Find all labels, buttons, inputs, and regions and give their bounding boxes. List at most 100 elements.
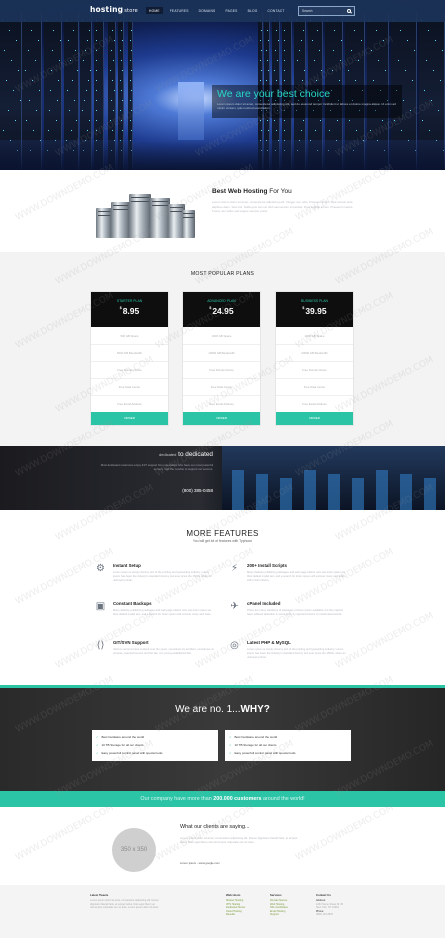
stats-banner: Our company have more than 200.000 custo… — [0, 791, 445, 807]
plan-price: $24.95 — [183, 306, 260, 316]
why-box-left: Best hardware around the world 10 TB Sto… — [92, 730, 218, 761]
plan-feature: Free Data Center — [183, 385, 260, 396]
feature-title: 200+ Install Scripts — [247, 563, 287, 568]
watermark-text: WWW.DOWNDEMO.COM — [334, 610, 436, 672]
stats-customers: 200.000 customers — [213, 796, 262, 802]
footer-link[interactable]: Reseller — [226, 913, 245, 917]
testimonial-title: What our clients are saying... — [180, 824, 250, 830]
nav-item-domains[interactable]: DOMAINS — [196, 7, 219, 14]
plan-feature: Free Domain Name — [276, 368, 353, 379]
search-icon[interactable] — [347, 9, 351, 13]
plan-feature: 2000 GB Space — [276, 334, 353, 345]
plan-feature: 20000 GB Bandwidth — [276, 351, 353, 362]
why-right-item: Best hardware around the world — [229, 735, 278, 739]
plan-price-value: 39.95 — [305, 306, 327, 316]
footer-about-line: nisl tempor vulputate nec ac ante. Lorem… — [90, 906, 159, 910]
search-placeholder: Search — [302, 9, 313, 13]
why-left-item: Best hardware around the world — [96, 735, 145, 739]
plans-title: MOST POPULAR PLANS — [190, 271, 255, 277]
dedicated-title-big: to dedicated — [176, 451, 213, 458]
plan-header: STARTER PLAN $8.95 — [91, 292, 168, 327]
plan-feature: 500 GB Space — [91, 334, 168, 345]
footer-col-services: Services Domain Names Web Hosting SSL Ce… — [270, 893, 288, 917]
footer-about: Latest Tweets Lorem ipsum dolor sit amet… — [90, 893, 210, 910]
watermark-text: WWW.DOWNDEMO.COM — [14, 546, 116, 608]
dedicated-text: Most dedicated customers enjoy 24/7 supp… — [100, 463, 213, 471]
footer-hosts-title: Web Hosts — [226, 893, 241, 897]
why-title-bold: WHY? — [240, 704, 270, 715]
nav-item-contact[interactable]: CONTACT — [265, 7, 288, 14]
dedicated-phone[interactable]: (800) 385-0458 — [0, 488, 213, 493]
feature-text: There are many variations of passages of… — [247, 609, 344, 616]
plan-header: BUSINESS PLAN $39.95 — [276, 292, 353, 327]
search-input[interactable]: Search — [298, 6, 355, 16]
why-title-pre: We are no. 1... — [175, 704, 241, 715]
testimonial-text: Lorem ipsum dolor sit amet, consectetur … — [180, 836, 298, 844]
plan-price-value: 24.95 — [212, 306, 234, 316]
best-hosting-title: Best Web Hosting For You — [212, 188, 292, 195]
code-icon: ⟨⟩ — [96, 640, 105, 651]
plan-feature: Free Data Center — [276, 385, 353, 396]
datacenter-image — [222, 446, 445, 510]
feature-text: Various versions have evolved over the y… — [113, 648, 215, 655]
lightning-icon: ⚡ — [230, 563, 239, 574]
watermark-text: WWW.DOWNDEMO.COM — [154, 802, 256, 864]
footer-col-contact: Contact Us Address: 1234 Some Street Nr … — [316, 893, 343, 917]
why-box-right: Best hardware around the world 10 TB Sto… — [225, 730, 351, 761]
site-logo[interactable]: hostingstore — [90, 5, 138, 14]
plan-card: STARTER PLAN $8.95 500 GB Space 5000 GB Ban… — [90, 291, 169, 426]
feature-title: Instant Setup — [113, 563, 141, 568]
plan-card: ADVANCED PLAN $24.95 1000 GB Space 10000 GB… — [182, 291, 261, 426]
logo-sub-text: store — [124, 8, 138, 14]
watermark-text: WWW.DOWNDEMO.COM — [294, 162, 396, 224]
footer-services-title: Services — [270, 893, 282, 897]
plan-order-button[interactable]: ORDER — [276, 412, 353, 425]
nav-item-pages[interactable]: PAGES — [222, 7, 240, 14]
plan-feature: Free Domain Name — [91, 368, 168, 379]
plan-header: ADVANCED PLAN $24.95 — [183, 292, 260, 327]
plan-name: ADVANCED PLAN — [207, 299, 236, 303]
nav-item-blog[interactable]: BLOG — [245, 7, 261, 14]
why-accent-line — [0, 685, 445, 688]
testimonial-author[interactable]: Lorem ipsum - www.google.com — [180, 861, 220, 865]
watermark-text: WWW.DOWNDEMO.COM — [294, 802, 396, 864]
plan-feature: 1000 GB Space — [183, 334, 260, 345]
plan-price: $8.95 — [91, 306, 168, 316]
plan-price-value: 8.95 — [122, 306, 140, 316]
hero-text: Lorem ipsum dolor sit amet, consectetur … — [217, 102, 396, 111]
why-title: We are no. 1...WHY? — [0, 704, 445, 715]
feature-text: Lorem ipsum is simply dummy text of the … — [247, 648, 346, 659]
why-left-item: Easy powerfull control panel with specia… — [96, 751, 163, 755]
plan-feature: Free Data Center — [91, 385, 168, 396]
feature-title: Latest PHP & MySQL — [247, 640, 291, 645]
plan-order-button[interactable]: ORDER — [183, 412, 260, 425]
best-hosting-title-rest: For You — [267, 188, 292, 195]
nav-menu: HOME FEATURES DOMAINS PAGES BLOG CONTACT — [146, 7, 288, 14]
nav-item-features[interactable]: FEATURES — [167, 7, 192, 14]
features-subtitle: You will get lot of features with Typhoo… — [192, 539, 253, 543]
features-title: MORE FEATURES — [186, 529, 259, 538]
client-avatar: 350 x 350 — [112, 828, 156, 872]
plan-name: STARTER PLAN — [116, 299, 143, 303]
dedicated-section: dedicated to dedicated Most dedicated cu… — [0, 446, 445, 510]
footer-contact-line: (800) 123-4567 — [316, 913, 334, 917]
logo-main-text: hosting — [90, 5, 124, 14]
why-right-item: Easy powerfull control panel with specia… — [229, 751, 296, 755]
feature-title: Constant Backups — [113, 601, 152, 606]
hero-banner: We are your best choice Lorem ipsum dolo… — [212, 85, 402, 118]
best-hosting-title-bold: Best Web Hosting — [212, 188, 268, 195]
nav-item-home[interactable]: HOME — [146, 7, 163, 14]
top-navbar: hostingstore HOME FEATURES DOMAINS PAGES… — [0, 0, 445, 22]
plan-feature: Free Domain Name — [183, 368, 260, 379]
plan-feature: 10000 GB Bandwidth — [183, 351, 260, 362]
why-right-item: 10 TB Storage for all our clients — [229, 743, 277, 747]
hero-section: We are your best choice Lorem ipsum dolo… — [0, 0, 445, 170]
plan-order-button[interactable]: ORDER — [91, 412, 168, 425]
footer-link[interactable]: Support — [270, 913, 288, 917]
gear-icon: ⚙ — [96, 563, 105, 574]
stats-post: around the world! — [261, 796, 305, 802]
footer-col-hosts: Web Hosts Shared Hosting VPS Hosting Ded… — [226, 893, 245, 917]
hero-floor — [0, 140, 445, 170]
servers-image — [96, 193, 196, 238]
dedicated-title: dedicated to dedicated — [0, 451, 213, 458]
